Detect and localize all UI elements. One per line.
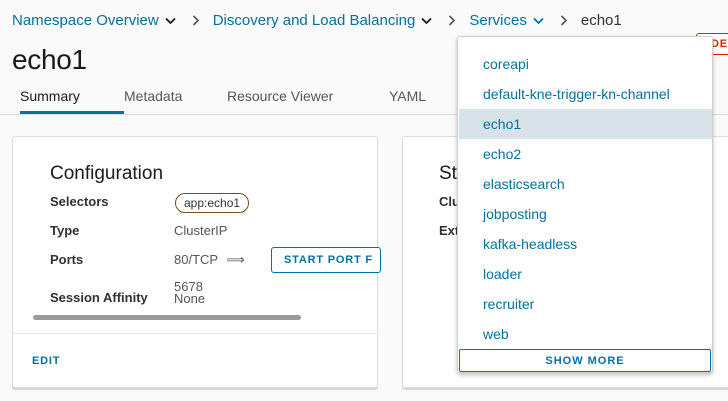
port-number: 80/TCP: [174, 252, 219, 267]
start-port-forward-button[interactable]: START PORT F: [271, 247, 381, 273]
breadcrumb: Namespace Overview Discovery and Load Ba…: [12, 12, 622, 29]
dropdown-item-echo1[interactable]: echo1: [459, 109, 712, 139]
type-label: Type: [50, 223, 80, 238]
chevron-right-icon: [448, 15, 456, 26]
tab-yaml[interactable]: YAML: [389, 88, 449, 112]
card-title: St: [439, 163, 457, 184]
dropdown-item-kafka-headless[interactable]: kafka-headless: [459, 229, 712, 259]
arrow-right-icon: ⟹: [226, 252, 245, 267]
services-dropdown: coreapi default-kne-trigger-kn-channel e…: [457, 36, 713, 373]
breadcrumb-label: Namespace Overview: [12, 12, 159, 29]
tab-summary[interactable]: Summary: [20, 88, 124, 114]
breadcrumb-namespace-overview[interactable]: Namespace Overview: [12, 12, 176, 29]
chevron-down-icon[interactable]: [421, 17, 432, 25]
dropdown-item-coreapi[interactable]: coreapi: [459, 49, 712, 79]
chevron-down-icon[interactable]: [165, 17, 176, 25]
breadcrumb-services[interactable]: Services: [469, 12, 544, 29]
selectors-label: Selectors: [50, 194, 109, 209]
dropdown-item-web[interactable]: web: [459, 319, 712, 349]
session-affinity-label: Session Affinity: [50, 290, 148, 305]
dropdown-item-recruiter[interactable]: recruiter: [459, 289, 712, 319]
breadcrumb-current: echo1: [580, 12, 622, 29]
tab-bar: Summary Metadata Resource Viewer YAML: [12, 88, 449, 114]
show-more-button[interactable]: SHOW MORE: [459, 349, 711, 372]
breadcrumb-label: Services: [469, 12, 527, 29]
dropdown-item-loader[interactable]: loader: [459, 259, 712, 289]
card-footer-divider: [13, 333, 377, 334]
chevron-right-icon: [560, 15, 567, 26]
tab-metadata[interactable]: Metadata: [124, 88, 227, 112]
dropdown-item-elasticsearch[interactable]: elasticsearch: [459, 169, 712, 199]
card-title: Configuration: [50, 163, 164, 184]
page-title: echo1: [12, 44, 87, 75]
chevron-right-icon: [192, 15, 199, 26]
ports-label: Ports: [50, 252, 84, 267]
selector-badge: app:echo1: [175, 193, 250, 213]
type-value: ClusterIP: [174, 223, 228, 238]
dropdown-item-default-kne-trigger-kn-channel[interactable]: default-kne-trigger-kn-channel: [459, 79, 712, 109]
dropdown-item-echo2[interactable]: echo2: [459, 139, 712, 169]
session-affinity-value: None: [174, 291, 206, 306]
edit-button[interactable]: EDIT: [32, 355, 60, 367]
dropdown-item-jobposting[interactable]: jobposting: [459, 199, 712, 229]
configuration-card: Configuration Selectors app:echo1 Type C…: [12, 136, 381, 388]
breadcrumb-discovery-load-balancing[interactable]: Discovery and Load Balancing: [213, 12, 433, 29]
breadcrumb-label: Discovery and Load Balancing: [212, 12, 416, 29]
chevron-down-icon[interactable]: [533, 17, 544, 25]
port-value: 80/TCP ⟹: [174, 252, 245, 268]
tab-resource-viewer[interactable]: Resource Viewer: [227, 88, 389, 112]
horizontal-scrollbar[interactable]: [33, 315, 301, 320]
